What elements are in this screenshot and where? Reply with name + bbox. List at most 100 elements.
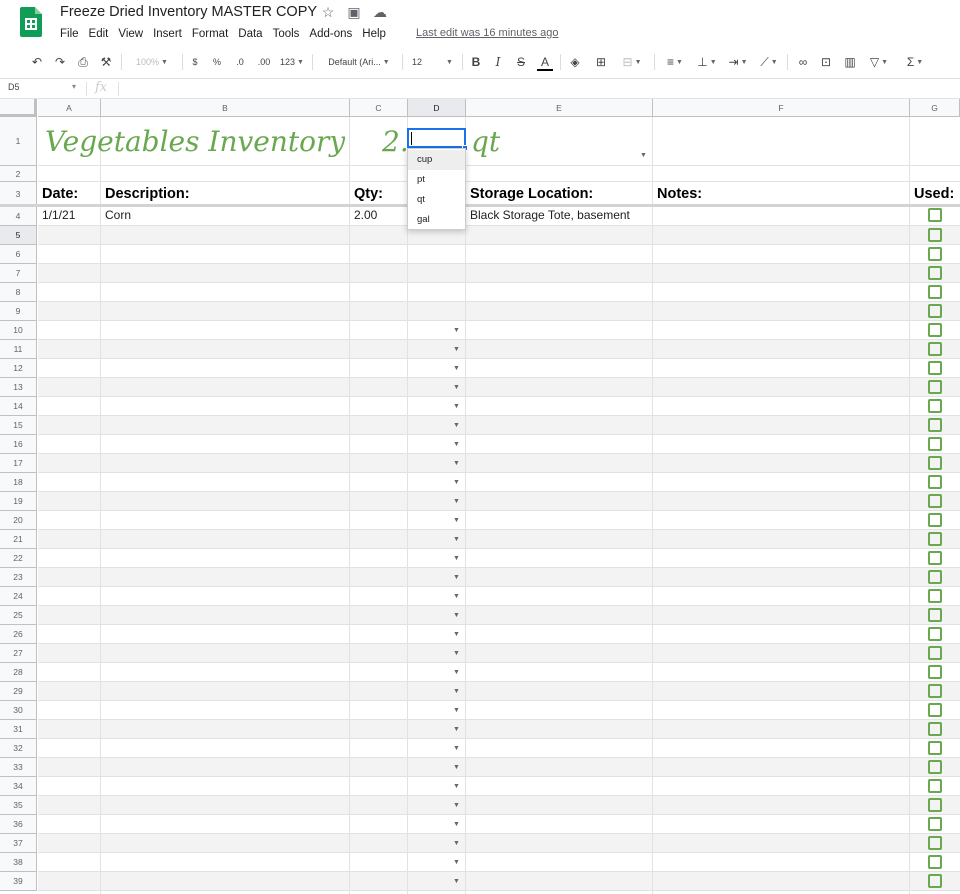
dropdown-arrow-icon[interactable]: ▼ [453, 726, 460, 733]
dropdown-arrow-icon[interactable]: ▼ [453, 764, 460, 771]
row-header-31[interactable]: 31 [0, 720, 37, 739]
row-header-5[interactable]: 5 [0, 226, 37, 245]
menu-insert[interactable]: Insert [148, 26, 187, 42]
row-header-32[interactable]: 32 [0, 739, 37, 758]
paint-format-icon[interactable]: ⚒ [99, 54, 113, 70]
text-wrap-icon[interactable]: ⇥ ▼ [726, 54, 750, 70]
dropdown-arrow-icon[interactable]: ▼ [453, 650, 460, 657]
menu-addons[interactable]: Add-ons [304, 26, 357, 42]
dropdown-arrow-icon[interactable]: ▼ [453, 859, 460, 866]
dropdown-arrow-icon[interactable]: ▼ [453, 669, 460, 676]
undo-icon[interactable]: ↶ [30, 54, 44, 70]
used-checkbox[interactable] [928, 513, 942, 527]
more-formats-button[interactable]: 123 ▼ [278, 54, 306, 70]
header-qty[interactable]: Qty: [354, 182, 383, 206]
insert-link-icon[interactable]: ∞ [795, 54, 811, 70]
name-box[interactable]: D5 [8, 82, 20, 92]
used-checkbox[interactable] [928, 665, 942, 679]
dropdown-arrow-icon[interactable]: ▼ [453, 707, 460, 714]
column-header-g[interactable]: G [910, 99, 960, 117]
strikethrough-icon[interactable]: S [514, 54, 528, 70]
row-header-4[interactable]: 4 [0, 206, 37, 226]
used-checkbox[interactable] [928, 760, 942, 774]
column-header-e[interactable]: E [466, 99, 653, 117]
dropdown-arrow-icon[interactable]: ▼ [453, 688, 460, 695]
row-header-19[interactable]: 19 [0, 492, 37, 511]
used-checkbox[interactable] [928, 342, 942, 356]
row-header-17[interactable]: 17 [0, 454, 37, 473]
used-checkbox[interactable] [928, 741, 942, 755]
dropdown-arrow-icon[interactable]: ▼ [453, 327, 460, 334]
used-checkbox[interactable] [928, 285, 942, 299]
used-checkbox[interactable] [928, 418, 942, 432]
row-header-24[interactable]: 24 [0, 587, 37, 606]
print-icon[interactable]: ⎙ [76, 54, 90, 70]
dropdown-arrow-icon[interactable]: ▼ [453, 821, 460, 828]
row-header-14[interactable]: 14 [0, 397, 37, 416]
menu-file[interactable]: File [55, 26, 84, 42]
dropdown-arrow-icon[interactable]: ▼ [453, 802, 460, 809]
row-header-10[interactable]: 10 [0, 321, 37, 340]
used-checkbox[interactable] [928, 779, 942, 793]
row-header-18[interactable]: 18 [0, 473, 37, 492]
menu-edit[interactable]: Edit [84, 26, 114, 42]
dropdown-arrow-icon[interactable]: ▼ [453, 745, 460, 752]
used-checkbox[interactable] [928, 817, 942, 831]
row-header-6[interactable]: 6 [0, 245, 37, 264]
dropdown-arrow-icon[interactable]: ▼ [453, 574, 460, 581]
used-checkbox[interactable] [928, 855, 942, 869]
percent-format-button[interactable]: % [210, 54, 224, 70]
zoom-select[interactable]: 100% ▼ [128, 54, 176, 70]
menu-format[interactable]: Format [187, 26, 233, 42]
used-checkbox[interactable] [928, 266, 942, 280]
column-header-c[interactable]: C [350, 99, 408, 117]
active-cell-editor[interactable] [407, 128, 466, 148]
select-all-corner[interactable] [0, 99, 37, 117]
column-header-f[interactable]: F [653, 99, 910, 117]
used-checkbox[interactable] [928, 361, 942, 375]
row-header-27[interactable]: 27 [0, 644, 37, 663]
menu-tools[interactable]: Tools [268, 26, 305, 42]
used-checkbox[interactable] [928, 399, 942, 413]
used-checkbox[interactable] [928, 570, 942, 584]
used-checkbox[interactable] [928, 532, 942, 546]
merge-cells-icon[interactable]: ⊟ ▼ [617, 54, 647, 70]
used-checkbox[interactable] [928, 589, 942, 603]
italic-icon[interactable]: I [491, 54, 505, 70]
fill-color-icon[interactable]: ◈ [568, 54, 582, 70]
filter-icon[interactable]: ▽ ▼ [866, 54, 892, 70]
used-checkbox[interactable] [928, 494, 942, 508]
redo-icon[interactable]: ↷ [53, 54, 67, 70]
row-header-23[interactable]: 23 [0, 568, 37, 587]
font-size-select[interactable]: 12 ▼ [412, 54, 458, 70]
row-header-8[interactable]: 8 [0, 283, 37, 302]
font-family-select[interactable]: Default (Ari... ▼ [322, 54, 396, 70]
size-option-gal[interactable]: gal [408, 210, 465, 230]
header-storage[interactable]: Storage Location: [470, 182, 593, 206]
used-checkbox[interactable] [928, 836, 942, 850]
used-checkbox[interactable] [928, 608, 942, 622]
text-color-icon[interactable]: A [537, 54, 553, 71]
dropdown-arrow-icon[interactable]: ▼ [453, 422, 460, 429]
insert-comment-icon[interactable]: ⊡ [818, 54, 834, 70]
cell-storage[interactable]: Black Storage Tote, basement [470, 206, 630, 226]
dropdown-arrow-icon[interactable]: ▼ [453, 441, 460, 448]
dropdown-arrow-icon[interactable]: ▼ [453, 631, 460, 638]
used-checkbox[interactable] [928, 627, 942, 641]
sheets-logo-icon[interactable] [20, 7, 42, 37]
used-checkbox[interactable] [928, 722, 942, 736]
dropdown-arrow-icon[interactable]: ▼ [453, 878, 460, 885]
used-checkbox[interactable] [928, 703, 942, 717]
row-header-28[interactable]: 28 [0, 663, 37, 682]
row-header-20[interactable]: 20 [0, 511, 37, 530]
borders-icon[interactable]: ⊞ [594, 54, 608, 70]
used-checkbox[interactable] [928, 798, 942, 812]
row-header-29[interactable]: 29 [0, 682, 37, 701]
dropdown-arrow-icon[interactable]: ▼ [453, 460, 460, 467]
row-header-7[interactable]: 7 [0, 264, 37, 283]
text-rotation-icon[interactable]: ⟋ ▼ [756, 54, 782, 70]
used-checkbox[interactable] [928, 208, 942, 222]
cell-qty[interactable]: 2.00 [354, 206, 377, 226]
dropdown-arrow-icon[interactable]: ▼ [453, 612, 460, 619]
row-header-25[interactable]: 25 [0, 606, 37, 625]
